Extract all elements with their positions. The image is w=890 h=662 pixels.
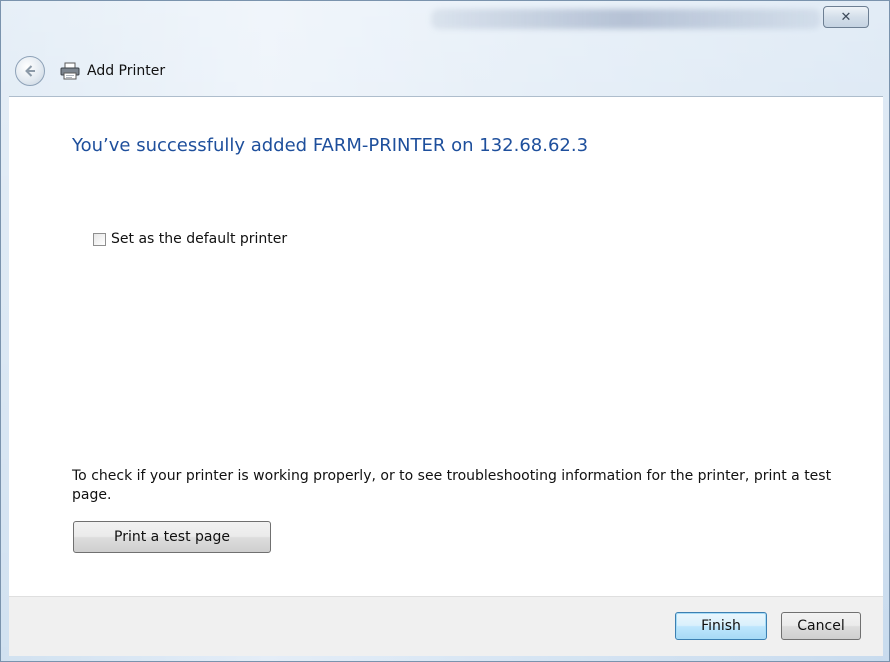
test-page-info-text: To check if your printer is working prop…	[72, 468, 832, 503]
print-test-page-button[interactable]: Print a test page	[73, 521, 271, 553]
close-button[interactable]: ✕	[823, 6, 869, 28]
back-arrow-icon	[25, 65, 35, 77]
window-frame: ✕ Add Printer You’ve successfully added …	[0, 0, 890, 662]
default-printer-checkbox[interactable]	[93, 232, 106, 246]
wizard-footer: Finish Cancel	[9, 596, 883, 656]
default-printer-label[interactable]: Set as the default printer	[111, 231, 287, 247]
printer-icon	[59, 60, 81, 82]
wizard-title: Add Printer	[87, 63, 166, 79]
back-button[interactable]	[15, 56, 45, 86]
success-heading: You’ve successfully added FARM-PRINTER o…	[72, 135, 589, 156]
cancel-button[interactable]: Cancel	[781, 612, 861, 640]
default-printer-option[interactable]: Set as the default printer	[93, 231, 287, 247]
wizard-content: You’ve successfully added FARM-PRINTER o…	[9, 96, 883, 596]
nav-bar: Add Printer	[11, 51, 881, 91]
finish-button[interactable]: Finish	[675, 612, 767, 640]
close-icon: ✕	[840, 9, 852, 25]
blurred-title-area	[431, 9, 821, 29]
